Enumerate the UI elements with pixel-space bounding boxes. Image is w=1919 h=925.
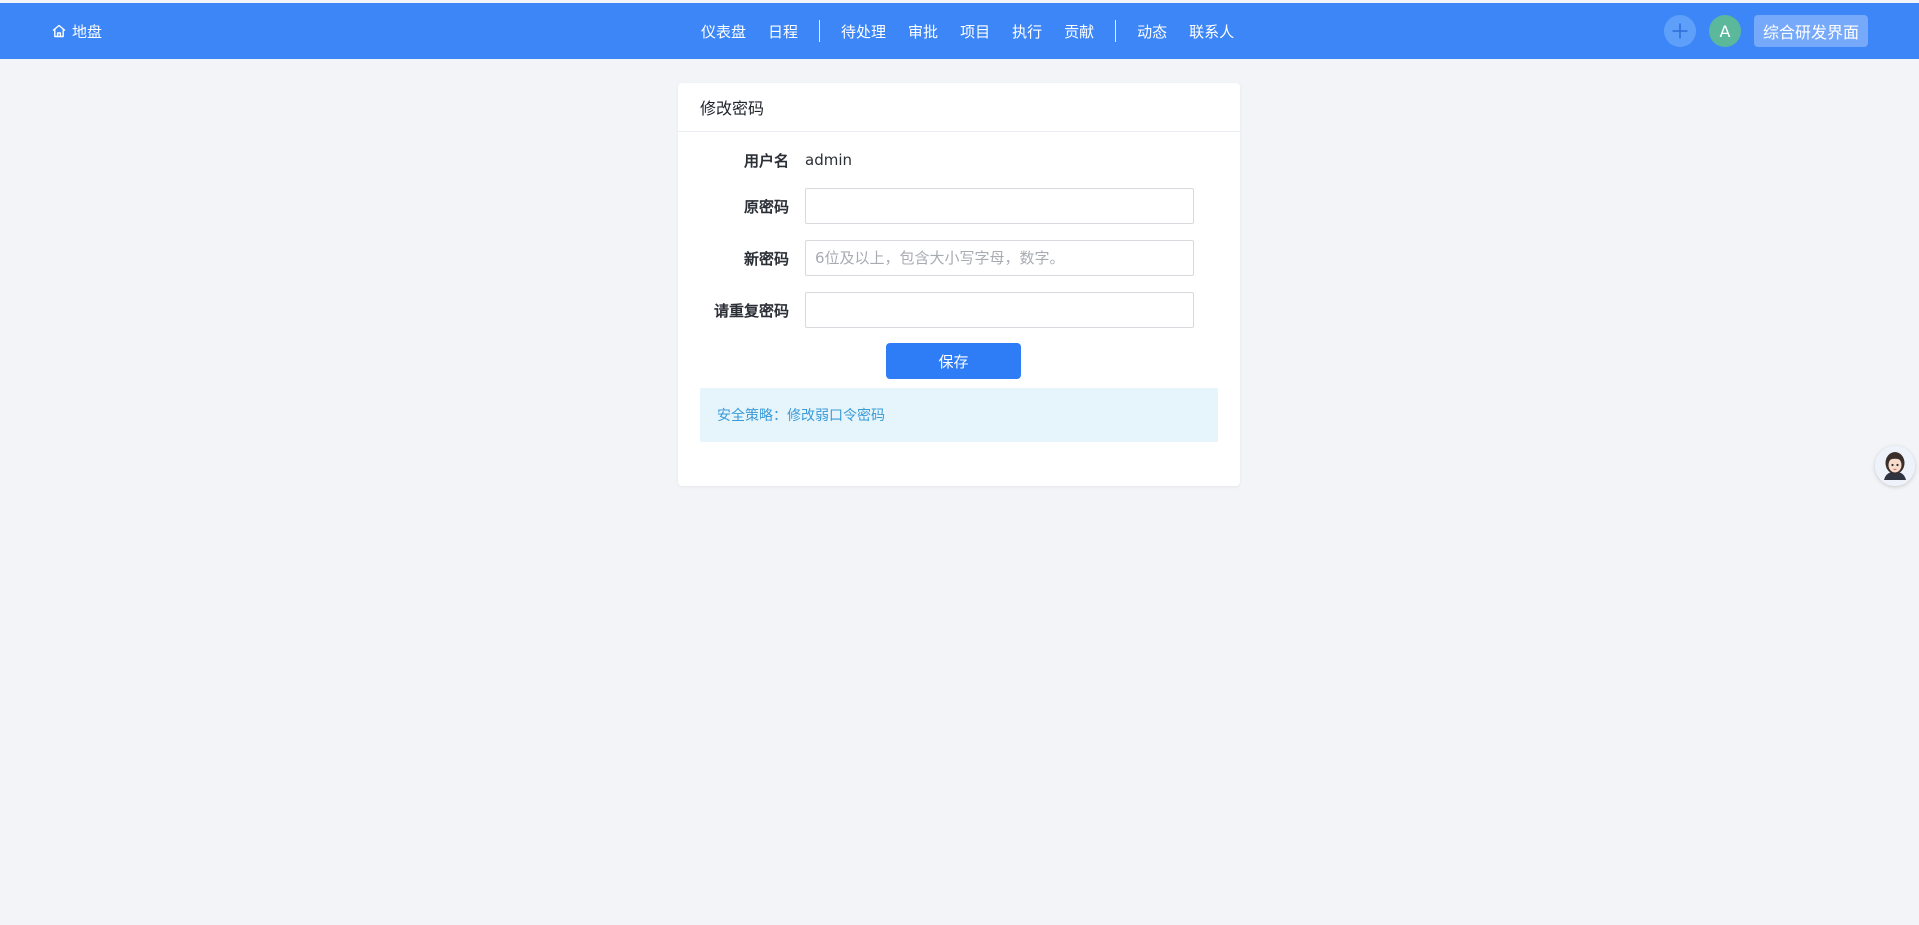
plus-icon xyxy=(1672,23,1688,39)
repeat-password-row: 请重复密码 xyxy=(678,291,1240,329)
home-link[interactable]: 地盘 xyxy=(51,3,102,59)
nav-calendar[interactable]: 日程 xyxy=(757,21,809,42)
home-icon xyxy=(52,24,66,38)
nav-activity[interactable]: 动态 xyxy=(1126,21,1178,42)
user-avatar[interactable]: A xyxy=(1708,15,1741,47)
new-password-label: 新密码 xyxy=(743,249,789,268)
repeat-password-label: 请重复密码 xyxy=(713,301,789,320)
nav-pending[interactable]: 待处理 xyxy=(830,21,897,42)
assistant-avatar-icon xyxy=(1875,446,1915,486)
nav-execution[interactable]: 执行 xyxy=(1001,21,1053,42)
nav-divider xyxy=(819,20,821,42)
username-row: 用户名 admin xyxy=(678,141,1240,179)
username-value: admin xyxy=(805,151,852,169)
quick-create-button[interactable] xyxy=(1663,15,1696,47)
nav-contribution[interactable]: 贡献 xyxy=(1053,21,1105,42)
card-title: 修改密码 xyxy=(678,83,1240,132)
old-password-label: 原密码 xyxy=(743,197,789,216)
old-password-input[interactable] xyxy=(805,188,1194,224)
username-label: 用户名 xyxy=(743,151,789,170)
repeat-password-input[interactable] xyxy=(805,292,1194,328)
security-policy-notice: 安全策略：修改弱口令密码 xyxy=(700,388,1218,442)
top-navigation-bar: 地盘 仪表盘 日程 待处理 审批 项目 执行 贡献 动态 联系人 A 综合研发界… xyxy=(0,3,1919,59)
workspace-switcher[interactable]: 综合研发界面 xyxy=(1753,15,1868,47)
nav-dashboard[interactable]: 仪表盘 xyxy=(690,21,757,42)
nav-contacts[interactable]: 联系人 xyxy=(1178,21,1245,42)
home-label: 地盘 xyxy=(72,22,103,41)
old-password-row: 原密码 xyxy=(678,187,1240,225)
nav-divider xyxy=(1115,20,1117,42)
save-button[interactable]: 保存 xyxy=(886,343,1021,379)
header-tools: A 综合研发界面 xyxy=(1663,3,1868,59)
nav-approval[interactable]: 审批 xyxy=(897,21,949,42)
assistant-avatar-button[interactable] xyxy=(1875,446,1915,486)
change-password-card: 修改密码 用户名 admin 原密码 新密码 请重复密码 保存 安全策略：修改弱… xyxy=(678,83,1240,486)
main-nav: 仪表盘 日程 待处理 审批 项目 执行 贡献 动态 联系人 xyxy=(690,3,1245,59)
new-password-row: 新密码 xyxy=(678,239,1240,277)
nav-projects[interactable]: 项目 xyxy=(949,21,1001,42)
new-password-input[interactable] xyxy=(805,240,1194,276)
